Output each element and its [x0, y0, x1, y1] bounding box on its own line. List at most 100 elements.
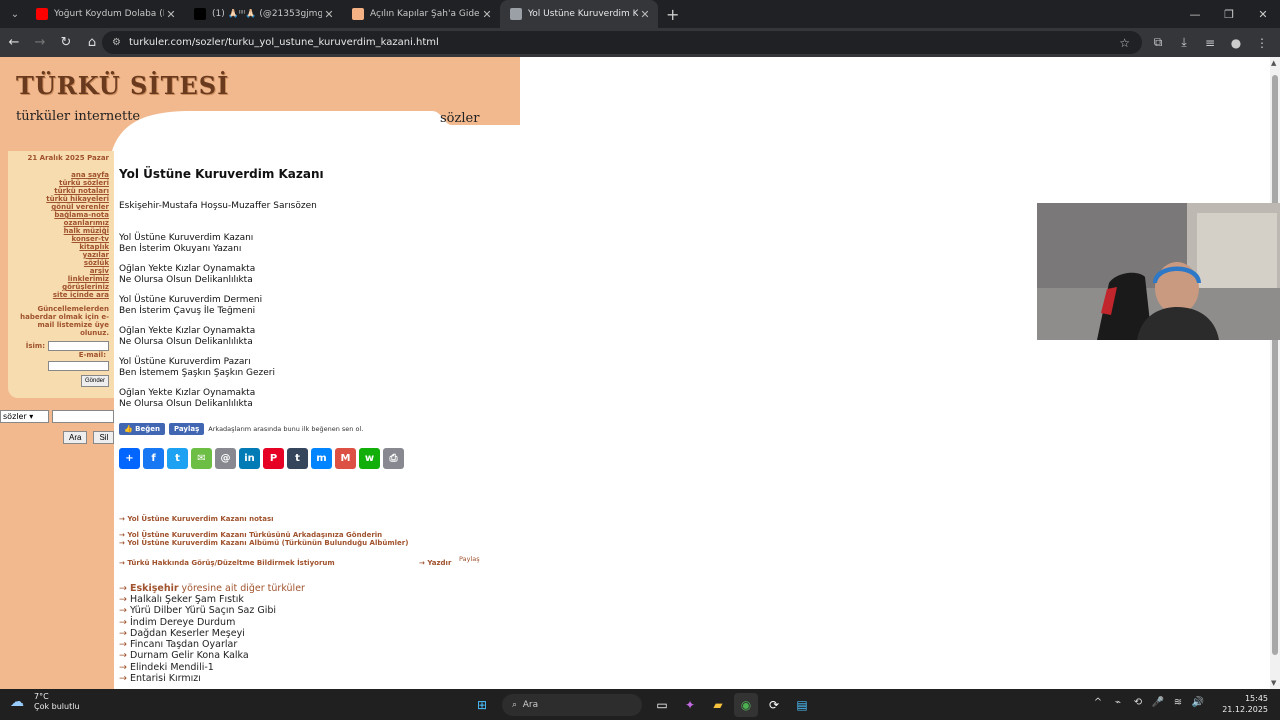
sidebar-link[interactable]: sözlük: [8, 259, 109, 267]
volume-icon[interactable]: 🔊: [1188, 697, 1208, 708]
address-bar[interactable]: ⚙ turkuler.com/sozler/turku_yol_ustune_k…: [102, 31, 1142, 54]
site-logo[interactable]: TÜRKÜ SİTESİ: [16, 71, 229, 100]
page-scrollbar[interactable]: ▲ ▼: [1270, 57, 1280, 689]
chrome-icon[interactable]: ◉: [734, 693, 758, 717]
reload-icon[interactable]: ↻: [54, 31, 78, 55]
file-explorer-icon[interactable]: ▰: [706, 693, 730, 717]
email-icon[interactable]: @: [215, 448, 236, 469]
task-view-icon[interactable]: ▭: [650, 693, 674, 717]
notepad-icon[interactable]: ▤: [790, 693, 814, 717]
search-button[interactable]: Ara: [63, 431, 88, 444]
region-song-link[interactable]: → Entarisi Kırmızı: [119, 673, 519, 684]
name-input[interactable]: [48, 341, 109, 351]
print-icon[interactable]: ⎙: [383, 448, 404, 469]
restore-icon[interactable]: ❐: [1212, 0, 1246, 28]
scroll-down-icon[interactable]: ▼: [1271, 679, 1276, 687]
minimize-icon[interactable]: —: [1178, 0, 1212, 28]
facebook-like-button[interactable]: 👍 Beğen: [119, 423, 165, 435]
wifi-icon[interactable]: ≋: [1168, 697, 1188, 708]
email-input[interactable]: [48, 361, 109, 371]
network-icon[interactable]: ⌁: [1108, 697, 1128, 708]
twitter-icon[interactable]: t: [167, 448, 188, 469]
sidebar-link[interactable]: konser-tv: [8, 235, 109, 243]
region-song-link[interactable]: → Dağdan Keserler Meşeyi: [119, 628, 519, 639]
lyric-line: Oğlan Yekte Kızlar Oynamakta: [119, 388, 256, 398]
album-link[interactable]: → Yol Üstüne Kuruverdim Kazanı Albümü (T…: [119, 539, 519, 547]
region-song-link[interactable]: → Elindeki Mendili-1: [119, 662, 519, 673]
region-link[interactable]: Eskişehir: [130, 583, 179, 594]
sidebar-link[interactable]: türkü hikayeleri: [8, 195, 109, 203]
sidebar-link[interactable]: türkü sözleri: [8, 179, 109, 187]
browser-tab[interactable]: (1) 🙏🏻ᵎᵎᵎᵎ🙏🏻 (@21353gjmgu ✕: [184, 0, 342, 28]
tumblr-icon[interactable]: t: [287, 448, 308, 469]
share-small-link[interactable]: Paylaş: [459, 555, 480, 563]
gmail-icon[interactable]: M: [335, 448, 356, 469]
sync-icon[interactable]: ⟲: [1128, 697, 1148, 708]
linkedin-icon[interactable]: in: [239, 448, 260, 469]
messenger-icon[interactable]: m: [311, 448, 332, 469]
sidebar-link[interactable]: site içinde ara: [8, 291, 109, 299]
addtoany-icon[interactable]: +: [119, 448, 140, 469]
close-window-icon[interactable]: ✕: [1246, 0, 1280, 28]
search-category-value: sözler: [3, 412, 27, 421]
scrollbar-thumb[interactable]: [1272, 75, 1278, 655]
bookmark-star-icon[interactable]: ☆: [1119, 36, 1130, 50]
site-info-icon[interactable]: ⚙: [112, 37, 121, 48]
sidebar-link[interactable]: türkü notaları: [8, 187, 109, 195]
sidebar-link[interactable]: görüşleriniz: [8, 283, 109, 291]
sidebar-link[interactable]: halk müziği: [8, 227, 109, 235]
new-tab-button[interactable]: +: [666, 5, 679, 24]
forward-icon[interactable]: →: [28, 31, 52, 55]
browser-tab[interactable]: Yoğurt Koydum Dolaba (Mu ✕: [26, 0, 184, 28]
sidebar-link[interactable]: yazılar: [8, 251, 109, 259]
sidebar-link[interactable]: ozanlarımız: [8, 219, 109, 227]
send-friend-label: Yol Üstüne Kuruverdim Kazanı Türküsünü A…: [127, 531, 383, 539]
download-icon[interactable]: ⤓: [1172, 31, 1196, 54]
extensions-icon[interactable]: ⧉: [1146, 31, 1170, 54]
region-song-link[interactable]: → Halkalı Şeker Şam Fıstık: [119, 594, 519, 605]
start-icon[interactable]: ⊞: [470, 693, 494, 717]
browser-tab[interactable]: Yol Üstüne Kuruverdim Kazanı✕: [500, 0, 658, 28]
region-song-link[interactable]: → İndim Dereye Durdum: [119, 617, 519, 628]
send-friend-link[interactable]: → Yol Üstüne Kuruverdim Kazanı Türküsünü…: [119, 531, 519, 539]
sidebar-link[interactable]: bağlama-nota: [8, 211, 109, 219]
reading-list-icon[interactable]: ≡: [1198, 31, 1222, 54]
site-search-input[interactable]: [52, 410, 114, 423]
tab-search-icon[interactable]: ⌄: [4, 4, 26, 24]
clear-button[interactable]: Sil: [93, 431, 115, 444]
send-button[interactable]: Gönder: [80, 375, 109, 387]
weather-widget[interactable]: ☁ 7°C Çok bulutlu: [10, 692, 80, 712]
browser-tab[interactable]: Açılın Kapılar Şah'a Gidelim Tür✕: [342, 0, 500, 28]
home-icon[interactable]: ⌂: [80, 31, 104, 55]
sidebar-link[interactable]: arşiv: [8, 267, 109, 275]
tab-close-icon[interactable]: ✕: [638, 8, 652, 21]
taskbar-clock[interactable]: 15:45 21.12.2025: [1222, 693, 1268, 715]
app-icon[interactable]: ⟳: [762, 693, 786, 717]
region-song-link[interactable]: → Yürü Dilber Yürü Saçın Saz Gibi: [119, 605, 519, 616]
nota-link[interactable]: → Yol Üstüne Kuruverdim Kazanı notası: [119, 515, 519, 523]
profile-avatar[interactable]: ●: [1224, 31, 1248, 54]
sidebar-link[interactable]: linklerimiz: [8, 275, 109, 283]
sidebar-link[interactable]: kitaplık: [8, 243, 109, 251]
tab-close-icon[interactable]: ✕: [480, 8, 494, 21]
menu-kebab-icon[interactable]: ⋮: [1250, 31, 1274, 54]
region-song-link[interactable]: → Fincanı Taşdan Oyarlar: [119, 639, 519, 650]
taskbar-search[interactable]: ⌕ Ara: [502, 694, 642, 716]
region-song-link[interactable]: → Durnam Gelir Kona Kalka: [119, 650, 519, 661]
sidebar-link[interactable]: ana sayfa: [8, 171, 109, 179]
sms-icon[interactable]: ✉: [191, 448, 212, 469]
copilot-icon[interactable]: ✦: [678, 693, 702, 717]
pinterest-icon[interactable]: P: [263, 448, 284, 469]
facebook-icon[interactable]: f: [143, 448, 164, 469]
scroll-up-icon[interactable]: ▲: [1271, 59, 1276, 67]
facebook-share-button[interactable]: Paylaş: [168, 423, 205, 435]
sidebar-link[interactable]: gönül verenler: [8, 203, 109, 211]
chevron-up-icon[interactable]: ^: [1088, 697, 1108, 708]
print-link[interactable]: → Yazdır: [419, 559, 451, 567]
microphone-icon[interactable]: 🎤: [1148, 697, 1168, 708]
back-icon[interactable]: ←: [2, 31, 26, 55]
tab-close-icon[interactable]: ✕: [322, 8, 336, 21]
tab-close-icon[interactable]: ✕: [164, 8, 178, 21]
whatsapp-icon[interactable]: w: [359, 448, 380, 469]
search-category-select[interactable]: sözler ▾: [0, 410, 49, 423]
